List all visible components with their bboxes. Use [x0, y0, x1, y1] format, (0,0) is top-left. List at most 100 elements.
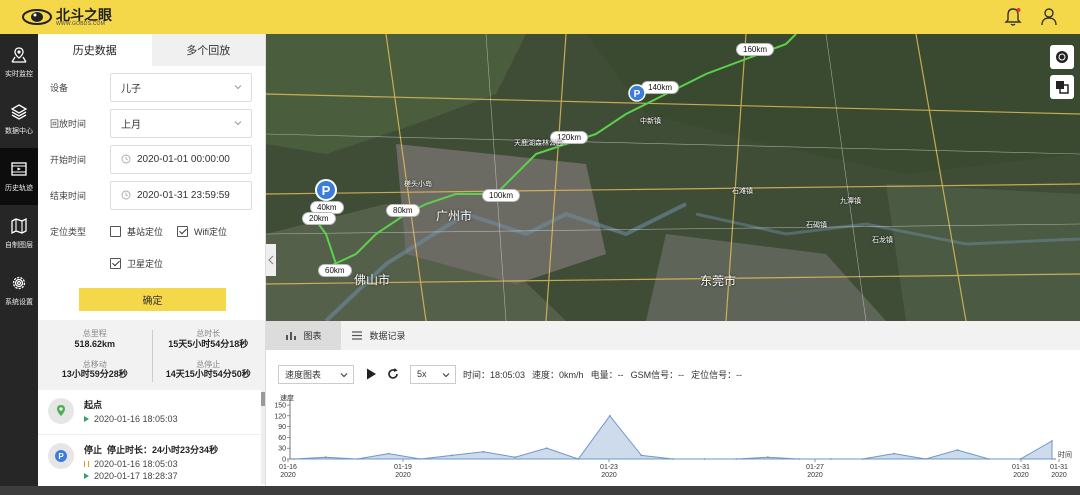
- chevron-down-icon: [234, 84, 242, 89]
- start-time-row: 开始时间 2020-01-01 00:00:00: [50, 144, 265, 174]
- parking-marker-icon[interactable]: P: [628, 84, 646, 106]
- eye-logo-icon: [22, 9, 52, 25]
- chart-type-select[interactable]: 速度图表: [278, 364, 354, 384]
- confirm-button[interactable]: 确定: [79, 288, 226, 311]
- reload-icon[interactable]: [386, 367, 400, 381]
- stat-total-moving: 总移动 13小时59分28秒: [61, 359, 128, 380]
- speed-point: [861, 458, 864, 460]
- speed-point: [482, 450, 485, 453]
- period-select[interactable]: 上月: [110, 108, 252, 138]
- start-time-input[interactable]: 2020-01-01 00:00:00: [110, 144, 252, 174]
- event-time: 2020-01-16 18:05:03: [94, 414, 178, 424]
- place-label: 石滩镇: [732, 188, 753, 195]
- gear-icon: [12, 276, 26, 290]
- x-tick-label: 01-27: [806, 464, 824, 471]
- checkbox-base-station[interactable]: 基站定位: [110, 225, 163, 238]
- app-name: 北斗之眼: [56, 6, 112, 23]
- device-select[interactable]: 儿子: [110, 72, 252, 102]
- distance-marker: 140km: [641, 81, 680, 94]
- distance-marker: 60km: [318, 264, 352, 277]
- speed-point: [293, 458, 295, 460]
- period-label: 回放时间: [50, 118, 87, 129]
- start-point-icon: [48, 398, 74, 424]
- device-row: 设备 儿子: [50, 72, 265, 102]
- loc-type-row-2: 卫星定位: [50, 248, 265, 278]
- film-icon: [11, 162, 27, 176]
- chart-type-value: 速度图表: [285, 369, 322, 380]
- speed-series-area: [293, 414, 1053, 460]
- x-tick-label: 01-16: [279, 464, 297, 471]
- app-logo[interactable]: 北斗之眼 WWW.GOBDS.COM: [22, 7, 112, 27]
- y-tick-label: 60: [278, 435, 286, 442]
- nav-data-center[interactable]: 数据中心: [0, 91, 38, 148]
- speed-point: [1051, 440, 1053, 442]
- tab-multi-playback[interactable]: 多个回放: [151, 34, 265, 66]
- nav-label: 系统设置: [5, 299, 33, 306]
- chevron-down-icon: [442, 372, 450, 377]
- copy-layers-icon: [1056, 81, 1069, 94]
- speed-point: [798, 458, 801, 460]
- time-readout: 时间：18:05:03: [463, 369, 526, 380]
- tab-data-records[interactable]: 数据记录: [341, 321, 416, 350]
- x-tick-year: 2020: [807, 472, 823, 479]
- nav-realtime-monitor[interactable]: 实时监控: [0, 34, 38, 91]
- stat-total-stopped: 总停止 14天15小时54分50秒: [165, 359, 251, 380]
- list-item[interactable]: P 停止 停止时长：24小时23分34秒 2020-01-16 18:05:03…: [38, 435, 265, 486]
- tab-history-data[interactable]: 历史数据: [38, 34, 152, 66]
- play-icon[interactable]: [364, 367, 378, 381]
- city-label: 广州市: [436, 209, 473, 223]
- speed-point: [956, 449, 959, 451]
- history-panel: 历史数据 多个回放 设备 儿子 回放时间 上月 开始时间 2020-01-01 …: [38, 34, 266, 486]
- checkbox-label: Wifi定位: [194, 226, 228, 237]
- parking-icon: P: [48, 443, 74, 469]
- stop-from: 2020-01-16 18:05:03: [94, 459, 178, 469]
- event-list-scrollbar[interactable]: [261, 390, 265, 484]
- speed-point: [703, 458, 706, 460]
- place-label: 九潭镇: [840, 198, 861, 205]
- distance-marker: 100km: [482, 189, 521, 202]
- map-view[interactable]: 160km 140km 120km 100km 80km 60km 40km 2…: [266, 34, 1080, 321]
- nav-custom-layer[interactable]: 自制图层: [0, 205, 38, 262]
- x-tick-label: 01-31: [1050, 464, 1068, 471]
- compass-icon: [1056, 51, 1068, 63]
- map-layer-toggle-button[interactable]: [1050, 45, 1074, 69]
- bar-chart-icon: [286, 332, 297, 340]
- parking-marker-icon[interactable]: P: [314, 178, 338, 206]
- speed-point: [577, 458, 580, 460]
- end-time-row: 结束时间 2020-01-31 23:59:59: [50, 180, 265, 210]
- start-time-value: 2020-01-01 00:00:00: [137, 153, 230, 165]
- map-marker-icon: [11, 47, 27, 63]
- speed-point: [924, 458, 927, 460]
- distance-marker: 20km: [302, 212, 336, 225]
- x-tick-year: 2020: [280, 472, 296, 479]
- period-row: 回放时间 上月: [50, 108, 265, 138]
- user-icon[interactable]: [1040, 7, 1058, 27]
- nav-history-track[interactable]: 历史轨迹: [0, 148, 38, 205]
- bell-icon[interactable]: [1004, 7, 1022, 27]
- nav-label: 实时监控: [5, 71, 33, 78]
- event-list: 起点 2020-01-16 18:05:03 P 停止 停止时长：24小时23分…: [38, 390, 265, 484]
- x-tick-label: 01-19: [394, 464, 412, 471]
- nav-label: 历史轨迹: [5, 185, 33, 192]
- playback-controls: 速度图表 5x 时间：18:05:03 速度：0km/h 电量：-- GSM信号…: [266, 359, 1080, 389]
- speed-multiplier-select[interactable]: 5x: [410, 364, 456, 384]
- x-tick-year: 2020: [1013, 472, 1029, 479]
- tab-chart[interactable]: 图表: [266, 321, 341, 350]
- checkbox-wifi[interactable]: Wifi定位: [177, 225, 227, 238]
- speed-multiplier-value: 5x: [417, 369, 427, 379]
- collapse-panel-button[interactable]: [266, 244, 276, 276]
- list-item[interactable]: 起点 2020-01-16 18:05:03: [38, 390, 265, 435]
- nav-system-settings[interactable]: 系统设置: [0, 262, 38, 319]
- period-value: 上月: [121, 119, 141, 131]
- speed-point: [419, 458, 422, 460]
- checkbox-satellite[interactable]: 卫星定位: [110, 257, 163, 270]
- stop-to: 2020-01-17 18:28:37: [94, 471, 178, 481]
- playback-panel: 图表 数据记录 速度图表 5x 时间：18:05:03 速度：0km/h 电量：…: [266, 321, 1080, 486]
- speed-point: [766, 456, 769, 459]
- city-label: 东莞市: [700, 274, 737, 288]
- map-overlay-button[interactable]: [1050, 75, 1074, 99]
- end-time-input[interactable]: 2020-01-31 23:59:59: [110, 180, 252, 210]
- left-nav: 实时监控 数据中心 历史轨迹 自制图层 系统设置: [0, 34, 38, 495]
- power-readout: 电量：--: [590, 369, 624, 380]
- speed-point: [356, 458, 359, 460]
